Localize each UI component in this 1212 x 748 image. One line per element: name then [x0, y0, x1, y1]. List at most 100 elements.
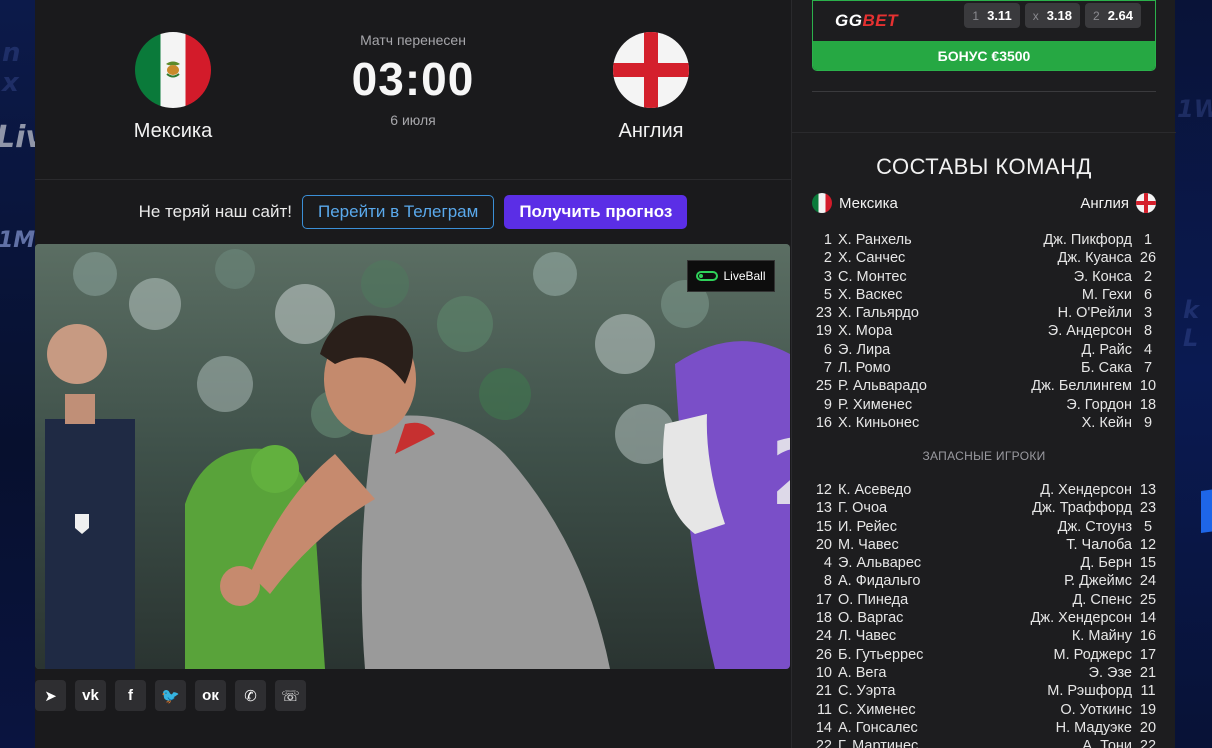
away-player[interactable]: Э. Конса 2: [1074, 268, 1158, 286]
whatsapp-share-button[interactable]: ✆: [235, 680, 266, 711]
home-player[interactable]: 26 Б. Гутьеррес: [812, 646, 924, 664]
telegram-share-button[interactable]: ➤: [35, 680, 66, 711]
away-player[interactable]: Дж. Пикфорд 1: [1043, 231, 1158, 249]
odd-home[interactable]: 1 3.11: [964, 3, 1020, 28]
away-player[interactable]: Дж. Куанса 26: [1058, 249, 1159, 267]
lineup-row: 1 Х. Ранхель Дж. Пикфорд 1: [812, 231, 1158, 249]
home-player-number: 12: [815, 482, 832, 498]
away-player[interactable]: М. Рэшфорд 11: [1047, 682, 1158, 700]
away-player-number: 18: [1139, 396, 1157, 413]
away-player[interactable]: Дж. Траффорд 23: [1032, 499, 1158, 517]
away-player-number: 15: [1139, 555, 1157, 572]
home-player[interactable]: 9 Р. Хименес: [812, 396, 912, 414]
away-player-name: Дж. Стоунз: [1057, 518, 1132, 535]
home-player-name: И. Рейес: [838, 518, 897, 535]
viber-share-button[interactable]: ☏: [275, 680, 306, 711]
lineup-home-header: Мексика: [812, 193, 898, 213]
forecast-button[interactable]: Получить прогноз: [504, 195, 688, 229]
match-info: Матч перенесен 03:00 6 июля: [313, 32, 513, 128]
match-time: 03:00: [351, 53, 475, 105]
home-player-name: Х. Киньонес: [838, 414, 920, 431]
home-player[interactable]: 24 Л. Чавес: [812, 627, 896, 645]
away-player[interactable]: Э. Андерсон 8: [1048, 322, 1158, 340]
sidebar: GGBET 1 3.11 x 3.18 2 2.64 БОНУС €3500 СОСТ…: [791, 0, 1176, 748]
away-player[interactable]: Д. Спенс 25: [1072, 591, 1158, 609]
lineup-row: 23 Х. Гальярдо Н. О'Рейли 3: [812, 304, 1158, 322]
home-team[interactable]: Мексика: [93, 32, 253, 143]
lineup-row: 8 А. Фидальго Р. Джеймс 24: [812, 572, 1158, 590]
away-player[interactable]: О. Уоткинс 19: [1060, 701, 1158, 719]
away-player[interactable]: Б. Сака 7: [1081, 359, 1158, 377]
home-player[interactable]: 14 А. Гонсалес: [812, 719, 918, 737]
away-player[interactable]: К. Майну 16: [1072, 627, 1158, 645]
odd-away[interactable]: 2 2.64: [1085, 3, 1141, 28]
home-player[interactable]: 17 О. Пинеда: [812, 591, 908, 609]
away-player[interactable]: Дж. Хендерсон 14: [1031, 609, 1158, 627]
video-player[interactable]: 2 LiveBall: [35, 244, 790, 669]
home-player[interactable]: 5 Х. Васкес: [812, 286, 903, 304]
home-player[interactable]: 12 К. Асеведо: [812, 481, 911, 499]
odds-group: 1 3.11 x 3.18 2 2.64: [964, 3, 1141, 28]
home-player[interactable]: 20 М. Чавес: [812, 536, 899, 554]
home-player[interactable]: 11 С. Хименес: [812, 701, 916, 719]
match-date: 6 июля: [390, 112, 436, 128]
away-player[interactable]: Д. Хендерсон 13: [1040, 481, 1158, 499]
home-player[interactable]: 16 Х. Киньонес: [812, 414, 919, 432]
ggbet-logo[interactable]: GGBET: [835, 11, 898, 31]
home-player[interactable]: 2 Х. Санчес: [812, 249, 905, 267]
home-player-name: Х. Мора: [838, 323, 893, 340]
away-player[interactable]: М. Гехи 6: [1082, 286, 1158, 304]
vk-share-button[interactable]: vk: [75, 680, 106, 711]
away-player-number: 23: [1139, 500, 1157, 517]
bet-widget[interactable]: GGBET 1 3.11 x 3.18 2 2.64 БОНУС €3500: [812, 0, 1156, 71]
home-player-number: 4: [823, 555, 832, 572]
away-player-name: Д. Берн: [1080, 555, 1132, 572]
home-player[interactable]: 15 И. Рейес: [812, 518, 897, 536]
home-player-number: 22: [815, 738, 832, 748]
home-player[interactable]: 23 Х. Гальярдо: [812, 304, 919, 322]
away-player[interactable]: М. Роджерс 17: [1054, 646, 1158, 664]
bonus-button[interactable]: БОНУС €3500: [813, 41, 1155, 70]
home-player[interactable]: 8 А. Фидальго: [812, 572, 921, 590]
home-player[interactable]: 10 А. Вега: [812, 664, 887, 682]
odnoklassniki-share-button[interactable]: ок: [195, 680, 226, 711]
away-player[interactable]: Р. Джеймс 24: [1064, 572, 1158, 590]
match-header: Мексика Матч перенесен 03:00 6 июля Англ…: [35, 0, 791, 180]
home-player-number: 3: [823, 268, 832, 285]
home-player[interactable]: 13 Г. Очоа: [812, 499, 887, 517]
away-player[interactable]: Дж. Беллингем 10: [1031, 377, 1158, 395]
away-player[interactable]: А. Тони 22: [1082, 737, 1158, 748]
away-player[interactable]: Д. Берн 15: [1080, 554, 1158, 572]
home-player[interactable]: 22 Г. Мартинес: [812, 737, 918, 748]
home-player[interactable]: 6 Э. Лира: [812, 341, 890, 359]
home-player-name: Э. Альварес: [838, 555, 922, 572]
home-player-name: С. Уэрта: [838, 683, 896, 700]
home-player[interactable]: 4 Э. Альварес: [812, 554, 921, 572]
away-team[interactable]: Англия: [571, 32, 731, 143]
away-player[interactable]: Х. Кейн 9: [1082, 414, 1158, 432]
share-bar: ➤ vk f 🐦 ок ✆ ☏: [35, 680, 306, 712]
home-player[interactable]: 19 Х. Мора: [812, 322, 892, 340]
odd-draw[interactable]: x 3.18: [1024, 3, 1080, 28]
away-player[interactable]: Э. Эзе 21: [1089, 664, 1158, 682]
telegram-button[interactable]: Перейти в Телеграм: [301, 195, 495, 229]
home-player[interactable]: 21 С. Уэрта: [812, 682, 896, 700]
home-player-name: А. Фидальго: [838, 573, 921, 590]
away-player-number: 8: [1143, 323, 1153, 340]
home-player[interactable]: 3 С. Монтес: [812, 268, 907, 286]
lineup-row: 21 С. Уэрта М. Рэшфорд 11: [812, 682, 1158, 700]
lineup-row: 24 Л. Чавес К. Майну 16: [812, 627, 1158, 645]
home-player[interactable]: 7 Л. Ромо: [812, 359, 891, 377]
away-player[interactable]: Н. О'Рейли 3: [1058, 304, 1158, 322]
facebook-share-button[interactable]: f: [115, 680, 146, 711]
home-player[interactable]: 1 Х. Ранхель: [812, 231, 912, 249]
away-player[interactable]: Т. Чалоба 12: [1066, 536, 1158, 554]
away-player[interactable]: Н. Мадуэке 20: [1056, 719, 1158, 737]
away-player[interactable]: Э. Гордон 18: [1066, 396, 1158, 414]
twitter-share-button[interactable]: 🐦: [155, 680, 186, 711]
home-player[interactable]: 25 Р. Альварадо: [812, 377, 927, 395]
away-player[interactable]: Дж. Стоунз 5: [1058, 518, 1158, 536]
away-player[interactable]: Д. Райс 4: [1082, 341, 1158, 359]
lineup-row: 22 Г. Мартинес А. Тони 22: [812, 737, 1158, 748]
home-player[interactable]: 18 О. Варгас: [812, 609, 904, 627]
